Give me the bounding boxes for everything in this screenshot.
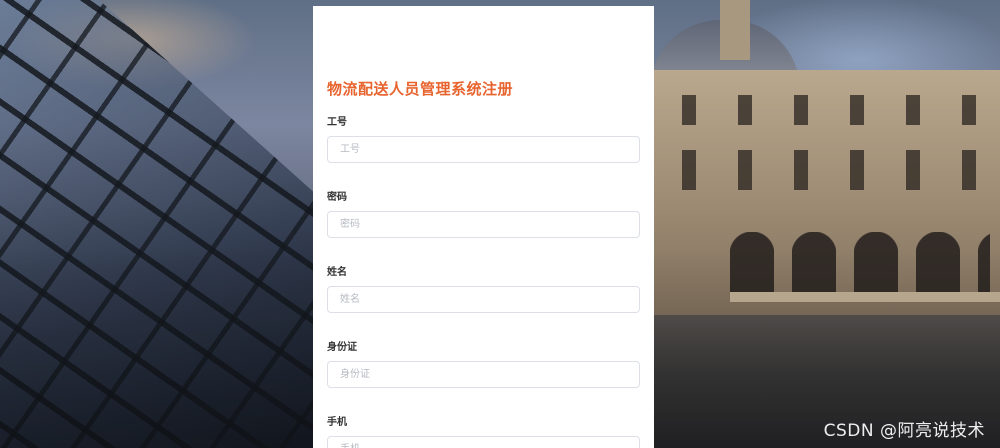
phone-field: 手机 bbox=[327, 416, 640, 448]
employee-id-input[interactable] bbox=[327, 136, 640, 163]
id-card-label: 身份证 bbox=[327, 342, 357, 353]
name-label: 姓名 bbox=[327, 267, 347, 278]
name-input[interactable] bbox=[327, 286, 640, 313]
password-field: 密码 bbox=[327, 191, 640, 238]
phone-input[interactable] bbox=[327, 436, 640, 448]
watermark: CSDN @阿亮说技术 bbox=[823, 421, 985, 441]
phone-label: 手机 bbox=[327, 417, 347, 428]
employee-id-label: 工号 bbox=[327, 117, 347, 128]
password-label: 密码 bbox=[327, 192, 347, 203]
id-card-field: 身份证 bbox=[327, 341, 640, 388]
id-card-input[interactable] bbox=[327, 361, 640, 388]
form-title: 物流配送人员管理系统注册 bbox=[327, 80, 514, 98]
employee-id-field: 工号 bbox=[327, 116, 640, 163]
password-input[interactable] bbox=[327, 211, 640, 238]
name-field: 姓名 bbox=[327, 266, 640, 313]
register-form: 物流配送人员管理系统注册 工号 密码 姓名 身份证 手机 bbox=[313, 6, 654, 448]
